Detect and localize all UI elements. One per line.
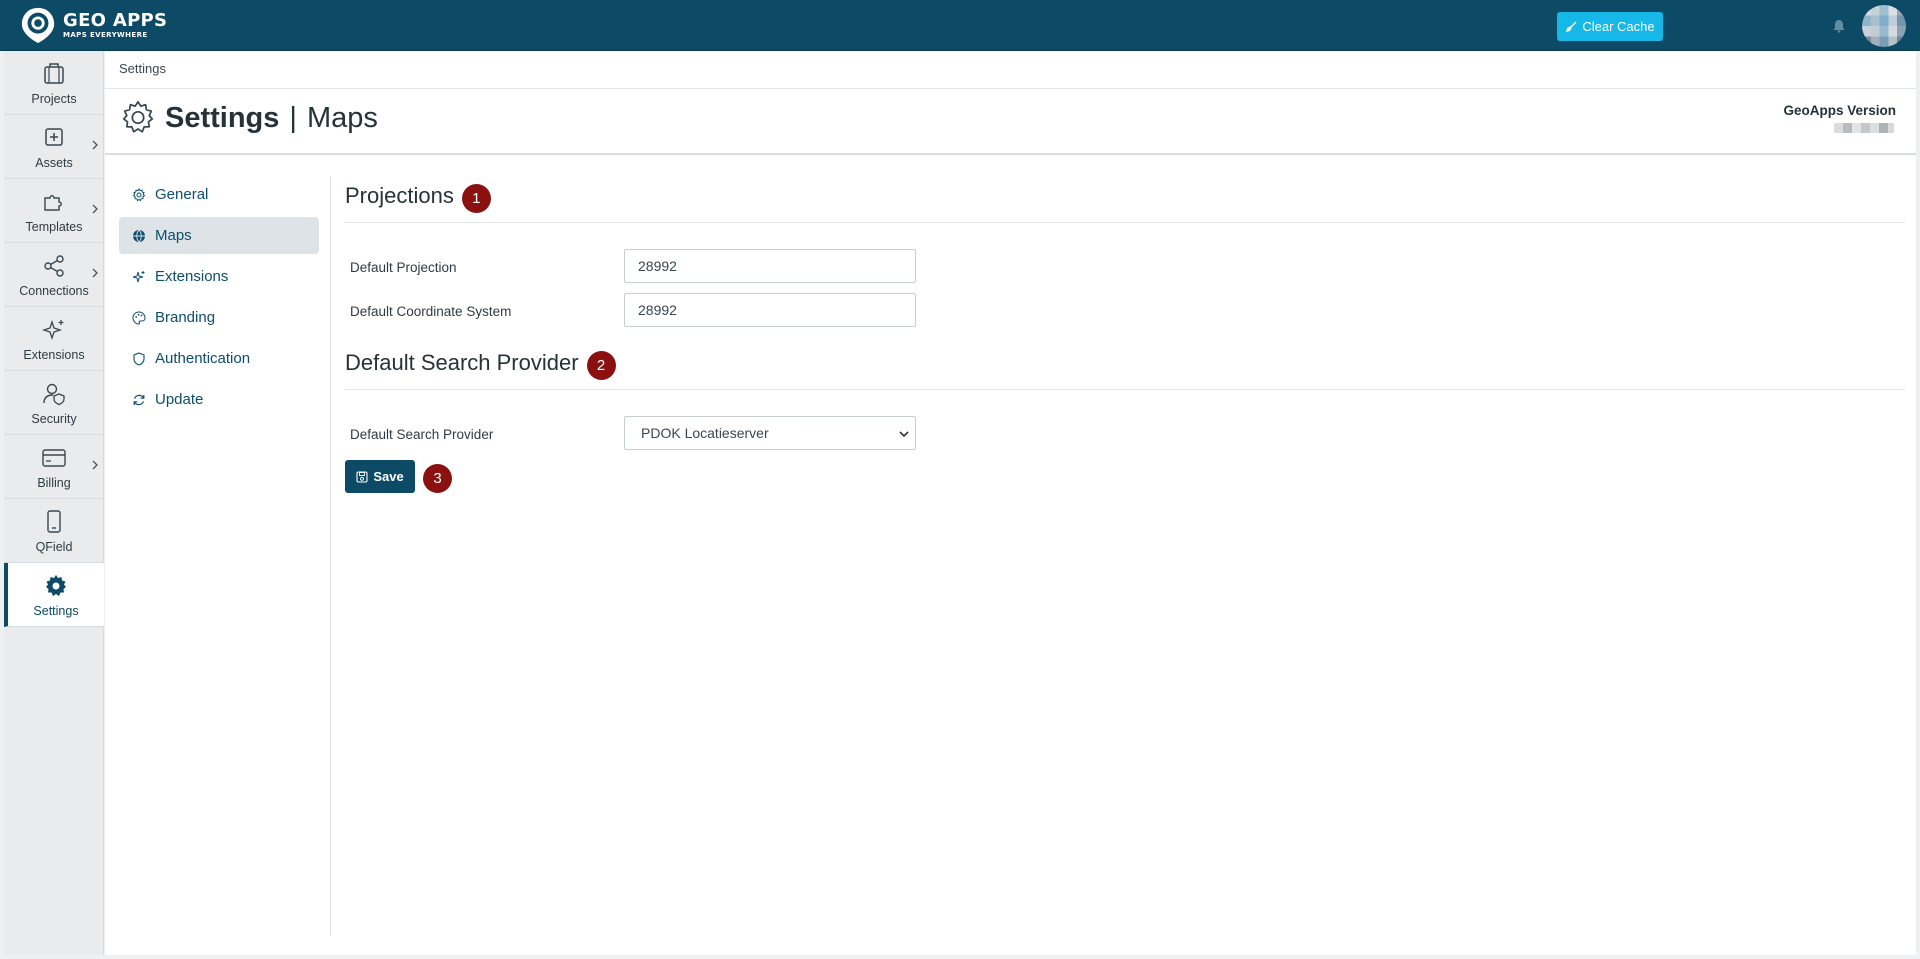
settings-form: Projections 1 Default Projection Default… [345,176,1905,493]
share-nodes-icon [41,253,67,279]
page-title: Settings | Maps [119,99,378,137]
brand-subtitle: MAPS EVERYWHERE [63,30,148,39]
step-badge-3: 3 [423,464,452,493]
chevron-right-icon [92,204,98,214]
refresh-icon [133,394,145,405]
save-label: Save [373,469,404,484]
nav-label-assets: Assets [35,156,73,170]
submenu-label-authentication: Authentication [155,350,251,367]
submenu-item-extensions[interactable]: Extensions [119,258,319,295]
floppy-disk-icon [356,470,368,483]
top-bar: GEO APPS MAPS EVERYWHERE Clear Cache [0,0,1920,51]
nav-label-extensions: Extensions [23,348,85,362]
default-coordinate-system-row: Default Coordinate System [345,291,1905,335]
submenu-label-update: Update [155,391,204,408]
submenu-divider [330,176,331,936]
nav-label-security: Security [31,412,77,426]
briefcase-icon [41,61,67,87]
version-value-redacted [1834,123,1894,133]
chevron-right-icon [92,140,98,150]
nav-label-settings: Settings [33,604,79,618]
brand-title: GEO APPS [63,9,168,31]
submenu-label-maps: Maps [155,227,192,244]
nav-label-qfield: QField [35,540,73,554]
credit-card-icon [41,445,67,471]
nav-item-settings[interactable]: Settings [4,563,104,627]
step-badge-1: 1 [461,183,491,213]
submenu-item-authentication[interactable]: Authentication [119,340,319,377]
user-shield-icon [41,381,67,407]
sparkles-icon [132,270,145,282]
default-projection-row: Default Projection [345,247,1905,291]
breadcrumb-divider [105,88,1916,89]
plus-square-icon [41,125,67,151]
notification-bell-icon[interactable] [1831,18,1847,34]
main-content: Settings Settings | Maps GeoApps Version… [105,51,1916,955]
default-projection-label: Default Projection [350,260,457,275]
selected-search-provider: PDOK Locatieserver [641,425,769,441]
globe-icon [133,229,145,242]
search-provider-header: Default Search Provider 2 [345,343,1905,383]
nav-label-billing: Billing [37,476,71,490]
page-title-separator: | [289,101,297,134]
default-search-provider-label: Default Search Provider [350,427,494,442]
broom-icon [1566,21,1577,32]
submenu-item-branding[interactable]: Branding [119,299,319,336]
gear-icon [132,187,146,201]
nav-item-qfield[interactable]: QField [4,499,104,563]
sparkles-icon [41,317,67,343]
nav-label-projects: Projects [31,92,77,106]
gear-icon [43,573,69,599]
step-badge-2: 2 [586,350,616,380]
breadcrumb[interactable]: Settings [119,61,166,76]
search-provider-title: Default Search Provider [345,350,579,375]
chevron-down-icon [899,431,909,438]
header-divider [105,153,1916,155]
nav-item-billing[interactable]: Billing [4,435,104,499]
submenu-item-maps[interactable]: Maps [119,217,319,254]
projections-header: Projections 1 [345,176,1905,216]
default-coordinate-system-input[interactable] [624,293,916,327]
nav-item-assets[interactable]: Assets [4,115,104,179]
nav-item-connections[interactable]: Connections [4,243,104,307]
page-title-main: Settings [165,101,280,134]
default-coordinate-system-label: Default Coordinate System [350,304,512,319]
default-projection-input[interactable] [624,249,916,283]
shield-icon [133,351,145,366]
submenu-label-branding: Branding [155,309,216,326]
nav-item-extensions[interactable]: Extensions [4,307,104,371]
clear-cache-button[interactable]: Clear Cache [1557,12,1663,41]
nav-label-connections: Connections [19,284,89,298]
chevron-right-icon [92,460,98,470]
user-avatar[interactable] [1862,5,1906,47]
version-label: GeoApps Version [1783,103,1896,118]
nav-label-templates: Templates [25,220,83,234]
palette-icon [132,310,146,325]
nav-item-projects[interactable]: Projects [4,51,104,115]
submenu-label-extensions: Extensions [155,268,229,285]
submenu-item-update[interactable]: Update [119,381,319,418]
puzzle-icon [41,189,67,215]
settings-submenu: General Maps Extensions Branding Authent… [119,176,319,422]
nav-item-security[interactable]: Security [4,371,104,435]
save-button[interactable]: Save [345,460,415,493]
smartphone-icon [41,509,67,535]
default-search-provider-select[interactable]: PDOK Locatieserver [624,416,916,450]
projections-title: Projections [345,183,454,208]
default-search-provider-row: Default Search Provider PDOK Locatieserv… [345,414,1905,458]
page-title-sub: Maps [306,101,378,134]
left-navigation: Projects Assets Templates Connections Ex… [4,51,104,955]
chevron-right-icon [92,268,98,278]
nav-item-templates[interactable]: Templates [4,179,104,243]
map-pin-logo-icon [21,7,55,44]
submenu-label-general: General [155,186,209,203]
clear-cache-label: Clear Cache [1582,19,1655,34]
settings-gear-icon [122,100,154,133]
submenu-item-general[interactable]: General [119,176,319,213]
geoapps-logo[interactable]: GEO APPS MAPS EVERYWHERE [19,6,167,44]
save-row: Save 3 [345,460,1905,493]
